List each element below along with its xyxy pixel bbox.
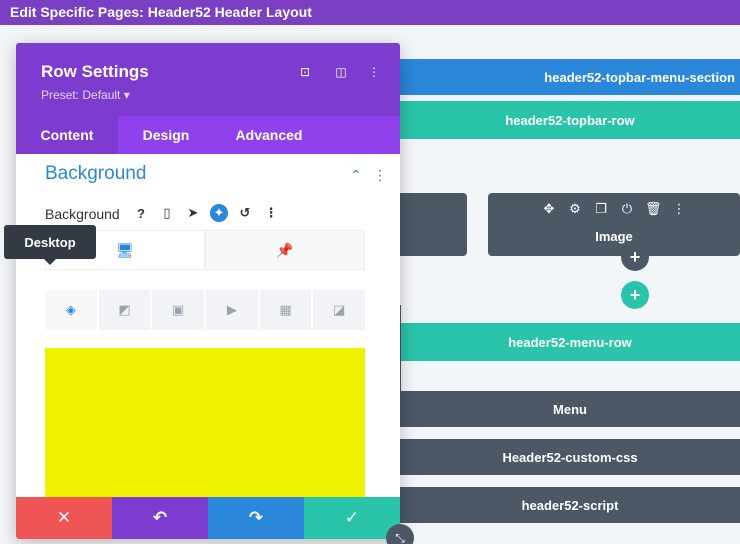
modal-tabs: Content Design Advanced bbox=[16, 116, 400, 154]
settings-body: Background ⌃ ⋮ Background ? ▯ ➤ ✦ ↺ ⋮ 🖥 … bbox=[16, 154, 400, 497]
module-image[interactable]: ✥ ⚙ ❐ ⏻ 🗑 ⋮ Image bbox=[488, 193, 740, 256]
module-card-left[interactable] bbox=[395, 193, 467, 256]
bg-video-tab[interactable]: ▶ bbox=[206, 290, 258, 330]
color-swatch[interactable] bbox=[45, 348, 365, 497]
reset-icon[interactable]: ↺ bbox=[236, 204, 254, 222]
group-title[interactable]: Background bbox=[45, 163, 146, 185]
module-script[interactable]: header52-script bbox=[400, 487, 740, 523]
module-label: Menu bbox=[553, 401, 587, 417]
cursor-icon[interactable]: ➤ bbox=[184, 204, 202, 222]
tab-sticky[interactable]: 📌 bbox=[205, 230, 365, 270]
row-label: header52-topbar-row bbox=[505, 112, 635, 128]
duplicate-icon[interactable]: ❐ bbox=[593, 201, 609, 217]
preset-dropdown[interactable]: Preset: Default ▾ bbox=[41, 88, 130, 102]
field-options: ? ▯ ➤ ✦ ↺ ⋮ bbox=[132, 204, 280, 222]
gradient-icon: ◩ bbox=[118, 302, 131, 317]
module-custom-css[interactable]: Header52-custom-css bbox=[400, 439, 740, 475]
row-header52-menu[interactable]: header52-menu-row bbox=[400, 323, 740, 361]
gear-icon[interactable]: ⚙ bbox=[567, 201, 583, 217]
bg-mask-tab[interactable]: ◪ bbox=[313, 290, 366, 330]
image-icon: ▣ bbox=[172, 302, 185, 317]
bg-gradient-tab[interactable]: ◩ bbox=[98, 290, 151, 330]
desktop-tooltip: Desktop bbox=[4, 225, 96, 265]
modal-header[interactable]: Row Settings Preset: Default ▾ ⊡ ◫ ⋮ bbox=[16, 43, 400, 116]
tab-design[interactable]: Design bbox=[118, 116, 214, 154]
video-icon: ▶ bbox=[226, 302, 237, 317]
redo-button[interactable]: ↷ bbox=[208, 497, 304, 539]
bg-color-tab[interactable]: ◈ bbox=[45, 290, 97, 330]
pattern-icon: ▦ bbox=[279, 302, 292, 317]
modal-footer: ✕ ↶ ↷ ✓ bbox=[16, 497, 400, 539]
module-actions: ✥ ⚙ ❐ ⏻ 🗑 ⋮ bbox=[488, 201, 740, 217]
cancel-button[interactable]: ✕ bbox=[16, 497, 112, 539]
power-icon[interactable]: ⏻ bbox=[619, 201, 635, 217]
module-label: header52-script bbox=[521, 497, 619, 513]
row-settings-modal: Row Settings Preset: Default ▾ ⊡ ◫ ⋮ Con… bbox=[16, 43, 400, 539]
save-button[interactable]: ✓ bbox=[304, 497, 400, 539]
pin-icon[interactable]: ✦ bbox=[210, 204, 228, 222]
bg-image-tab[interactable]: ▣ bbox=[152, 290, 205, 330]
paint-bucket-icon: ◈ bbox=[65, 302, 76, 317]
resize-handle[interactable]: ⤡ bbox=[386, 524, 414, 544]
mask-icon: ◪ bbox=[333, 302, 346, 317]
sidebar-icon[interactable]: ◫ bbox=[332, 63, 350, 81]
page-title: Edit Specific Pages: Header52 Header Lay… bbox=[0, 0, 740, 25]
bg-pattern-tab[interactable]: ▦ bbox=[259, 290, 312, 330]
background-type-tabs: ◈ ◩ ▣ ▶ ▦ ◪ bbox=[45, 290, 366, 330]
module-menu[interactable]: Menu bbox=[400, 391, 740, 427]
add-module-button[interactable]: + bbox=[621, 243, 649, 271]
group-more-icon[interactable]: ⋮ bbox=[373, 167, 387, 184]
more-icon[interactable]: ⋮ bbox=[365, 63, 383, 81]
section-label: header52-topbar-menu-section bbox=[544, 69, 735, 85]
desktop-icon: 🖥 bbox=[116, 241, 134, 258]
module-label: Header52-custom-css bbox=[502, 449, 638, 465]
field-more-icon[interactable]: ⋮ bbox=[262, 204, 280, 222]
trash-icon[interactable]: 🗑 bbox=[645, 201, 662, 217]
undo-button[interactable]: ↶ bbox=[112, 497, 208, 539]
tab-advanced[interactable]: Advanced bbox=[214, 116, 324, 154]
tab-content[interactable]: Content bbox=[16, 116, 118, 154]
pin-icon: 📌 bbox=[276, 241, 294, 258]
focus-icon[interactable]: ⊡ bbox=[296, 63, 314, 81]
modal-title: Row Settings bbox=[41, 62, 149, 81]
row-label: header52-menu-row bbox=[508, 334, 632, 350]
mobile-icon[interactable]: ▯ bbox=[158, 204, 176, 222]
row-header52-topbar[interactable]: header52-topbar-row bbox=[400, 101, 740, 139]
help-icon[interactable]: ? bbox=[132, 204, 150, 222]
move-icon[interactable]: ✥ bbox=[541, 201, 557, 217]
field-label: Background bbox=[45, 206, 120, 222]
more-icon[interactable]: ⋮ bbox=[671, 201, 687, 217]
chevron-up-icon[interactable]: ⌃ bbox=[350, 167, 362, 184]
add-row-button[interactable]: + bbox=[621, 281, 649, 309]
module-label: Image bbox=[595, 229, 633, 244]
